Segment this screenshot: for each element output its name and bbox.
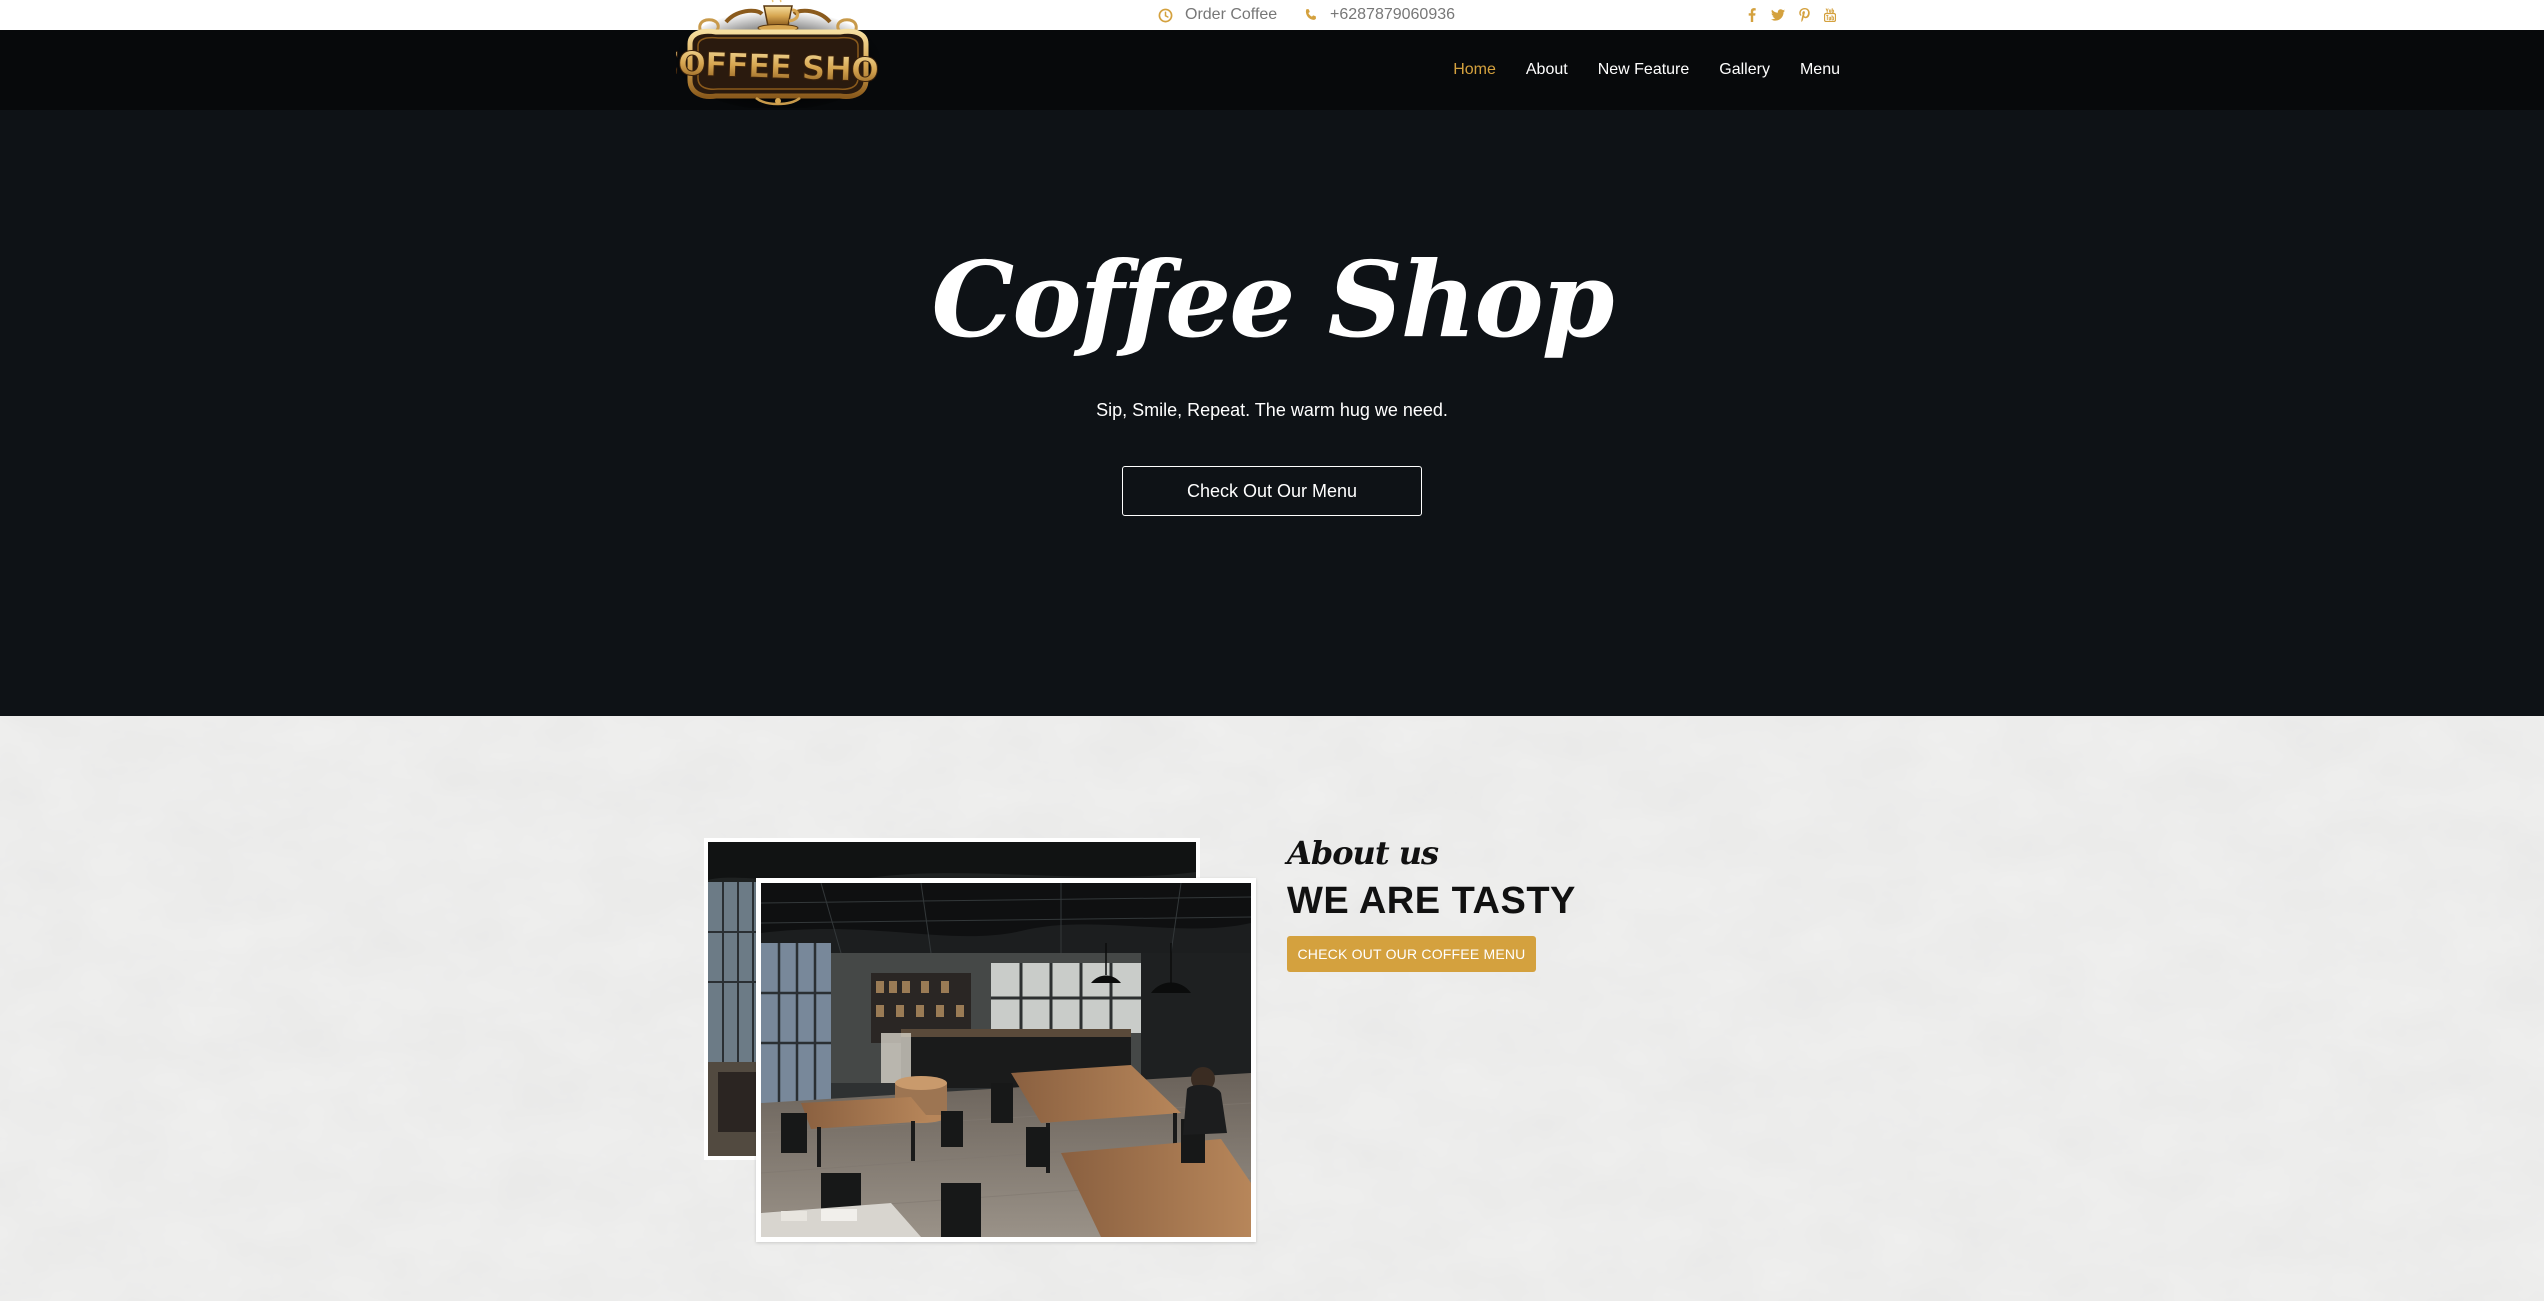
main-nav: Home About New Feature Gallery Menu — [1453, 30, 1840, 110]
social-links — [1745, 0, 1837, 30]
phone-icon — [1304, 8, 1318, 22]
check-out-menu-button[interactable]: Check Out Our Menu — [1122, 466, 1422, 516]
cafe-interior-photo — [756, 878, 1256, 1242]
youtube-icon[interactable] — [1823, 7, 1837, 23]
nav-about[interactable]: About — [1526, 61, 1568, 79]
phone-text: +6287879060936 — [1330, 6, 1456, 23]
about-eyebrow: About us — [1287, 834, 1439, 872]
twitter-icon[interactable] — [1771, 7, 1785, 23]
order-coffee-link[interactable]: Order Coffee — [1158, 0, 1277, 30]
order-coffee-text: Order Coffee — [1185, 6, 1278, 23]
nav-new-feature[interactable]: New Feature — [1598, 61, 1690, 79]
hero-title: Coffee Shop — [931, 238, 1615, 361]
clock-icon — [1158, 8, 1173, 23]
main-navbar: Home About New Feature Gallery Menu — [0, 30, 2544, 110]
top-info-bar: Order Coffee +6287879060936 — [0, 0, 2544, 30]
hero-section: Coffee Shop Sip, Smile, Repeat. The warm… — [0, 110, 2544, 716]
facebook-icon[interactable] — [1745, 7, 1759, 23]
logo-text: COFFEE SHOP — [676, 43, 880, 91]
coffee-menu-button[interactable]: CHECK OUT OUR COFFEE MENU — [1287, 936, 1536, 972]
nav-gallery[interactable]: Gallery — [1719, 61, 1770, 79]
nav-menu[interactable]: Menu — [1800, 61, 1840, 79]
phone-link[interactable]: +6287879060936 — [1304, 0, 1455, 30]
pinterest-icon[interactable] — [1797, 7, 1811, 23]
paper-texture-background — [0, 716, 2544, 1301]
hero-subtitle: Sip, Smile, Repeat. The warm hug we need… — [1096, 400, 1448, 420]
about-section: About us WE ARE TASTY CHECK OUT OUR COFF… — [0, 716, 2544, 1301]
coffee-shop-logo[interactable]: COFFEE SHOP — [654, 0, 902, 110]
nav-home[interactable]: Home — [1453, 61, 1496, 79]
about-heading: WE ARE TASTY — [1287, 880, 1576, 922]
